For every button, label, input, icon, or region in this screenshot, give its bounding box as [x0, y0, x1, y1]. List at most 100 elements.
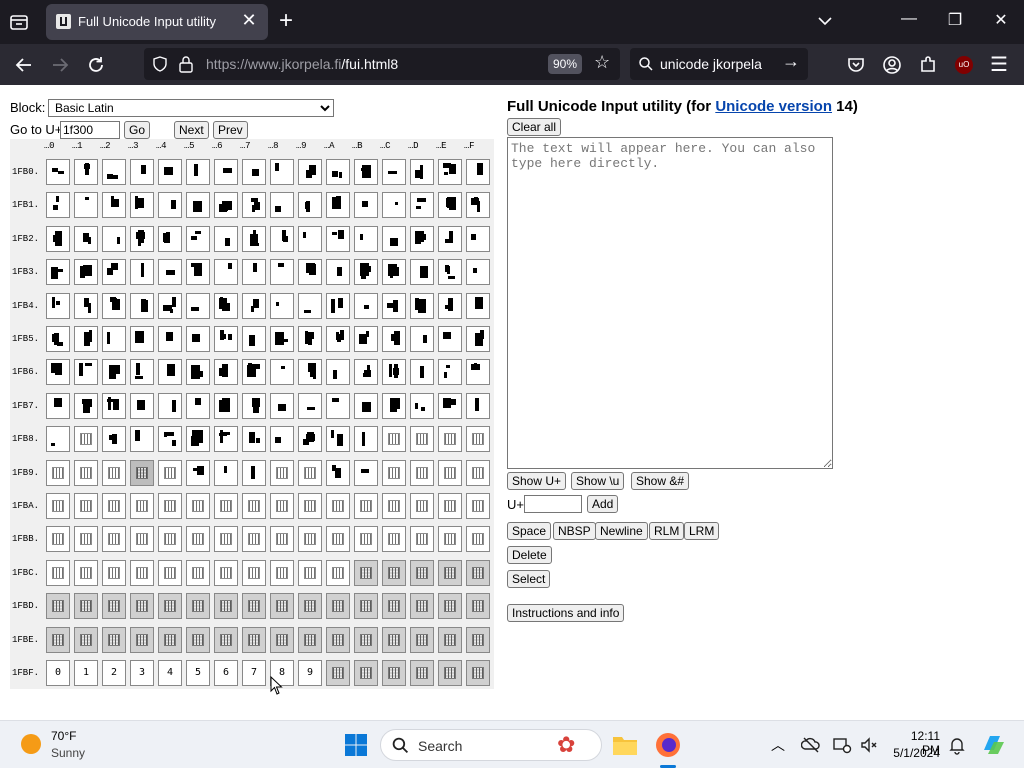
character-cell[interactable] [354, 526, 378, 553]
copilot-icon[interactable] [980, 732, 1006, 758]
character-cell[interactable] [270, 559, 294, 586]
character-cell[interactable] [242, 192, 266, 219]
character-cell[interactable] [158, 292, 182, 319]
character-cell[interactable] [158, 326, 182, 352]
character-cell[interactable] [130, 292, 154, 319]
character-cell[interactable] [410, 559, 434, 586]
delete-button[interactable]: Delete [507, 546, 552, 564]
character-cell[interactable] [102, 359, 126, 386]
prev-button[interactable]: Prev [213, 121, 248, 139]
character-cell[interactable] [74, 593, 98, 620]
character-cell[interactable] [326, 626, 350, 653]
character-cell[interactable] [382, 192, 406, 219]
shield-icon[interactable] [152, 56, 168, 72]
windows-start-icon[interactable] [344, 733, 368, 757]
character-cell[interactable] [410, 225, 434, 252]
character-cell[interactable] [298, 526, 322, 553]
character-cell[interactable] [130, 392, 154, 419]
character-cell[interactable] [326, 292, 350, 319]
character-cell[interactable] [242, 526, 266, 553]
character-cell[interactable] [102, 192, 126, 219]
character-cell[interactable] [186, 259, 210, 286]
character-cell[interactable] [354, 426, 378, 453]
character-cell[interactable] [102, 159, 126, 185]
character-cell[interactable] [354, 225, 378, 252]
character-cell[interactable] [214, 392, 238, 419]
character-cell[interactable] [410, 426, 434, 453]
character-cell[interactable] [102, 426, 126, 453]
pocket-icon[interactable] [844, 53, 868, 77]
zoom-level-badge[interactable]: 90% [548, 54, 582, 74]
character-cell[interactable] [46, 159, 70, 185]
character-cell[interactable] [466, 459, 490, 486]
character-cell[interactable] [74, 459, 98, 486]
character-cell[interactable] [158, 493, 182, 519]
character-cell[interactable] [242, 225, 266, 252]
character-cell[interactable] [130, 225, 154, 252]
character-cell[interactable] [354, 159, 378, 185]
character-cell[interactable] [130, 359, 154, 386]
character-cell[interactable] [74, 359, 98, 386]
character-cell[interactable] [410, 392, 434, 419]
character-cell[interactable] [298, 326, 322, 352]
character-cell[interactable] [186, 359, 210, 386]
character-cell[interactable] [158, 593, 182, 620]
character-cell[interactable] [298, 426, 322, 453]
character-cell[interactable] [158, 392, 182, 419]
character-cell[interactable] [382, 660, 406, 686]
character-cell[interactable] [102, 526, 126, 553]
rlm-button[interactable]: RLM [649, 522, 685, 540]
close-window-icon[interactable]: ✕ [986, 10, 1016, 30]
character-cell[interactable] [242, 292, 266, 319]
character-cell[interactable] [466, 326, 490, 352]
character-cell[interactable] [466, 426, 490, 453]
newline-button[interactable]: Newline [595, 522, 648, 540]
file-explorer-icon[interactable] [612, 733, 638, 757]
character-cell[interactable] [130, 159, 154, 185]
account-icon[interactable] [880, 53, 904, 77]
character-cell[interactable] [130, 192, 154, 219]
character-cell[interactable] [74, 426, 98, 453]
character-cell[interactable] [438, 559, 462, 586]
character-cell[interactable] [186, 493, 210, 519]
character-cell[interactable] [438, 326, 462, 352]
character-cell[interactable] [186, 593, 210, 620]
character-cell[interactable] [102, 459, 126, 486]
character-cell[interactable] [326, 359, 350, 386]
character-cell[interactable] [466, 526, 490, 553]
character-cell[interactable] [326, 159, 350, 185]
character-cell[interactable] [242, 392, 266, 419]
taskbar-search-box[interactable]: Search ✿ [380, 729, 602, 761]
character-cell[interactable] [158, 626, 182, 653]
character-cell[interactable] [46, 526, 70, 553]
character-cell[interactable] [130, 626, 154, 653]
character-cell[interactable] [410, 526, 434, 553]
character-cell[interactable] [214, 292, 238, 319]
character-cell[interactable] [410, 493, 434, 519]
character-cell[interactable] [326, 493, 350, 519]
character-cell[interactable] [382, 526, 406, 553]
character-cell[interactable] [354, 660, 378, 686]
character-cell[interactable] [410, 159, 434, 185]
character-cell[interactable] [214, 225, 238, 252]
character-cell[interactable] [102, 225, 126, 252]
character-cell[interactable] [466, 259, 490, 286]
lock-icon[interactable] [178, 55, 194, 73]
character-cell[interactable] [382, 593, 406, 620]
extensions-puzzle-icon[interactable] [916, 53, 940, 77]
character-cell[interactable]: 7 [242, 660, 266, 686]
character-cell[interactable] [354, 626, 378, 653]
character-cell[interactable] [242, 626, 266, 653]
character-cell[interactable] [298, 559, 322, 586]
character-cell[interactable] [382, 459, 406, 486]
character-cell[interactable] [354, 459, 378, 486]
character-cell[interactable] [270, 526, 294, 553]
character-cell[interactable] [466, 192, 490, 219]
next-button[interactable]: Next [174, 121, 209, 139]
character-cell[interactable] [298, 292, 322, 319]
character-cell[interactable] [298, 259, 322, 286]
character-cell[interactable] [46, 359, 70, 386]
character-cell[interactable] [438, 459, 462, 486]
character-cell[interactable] [354, 359, 378, 386]
search-bar[interactable]: unicode jkorpela → [630, 48, 808, 80]
